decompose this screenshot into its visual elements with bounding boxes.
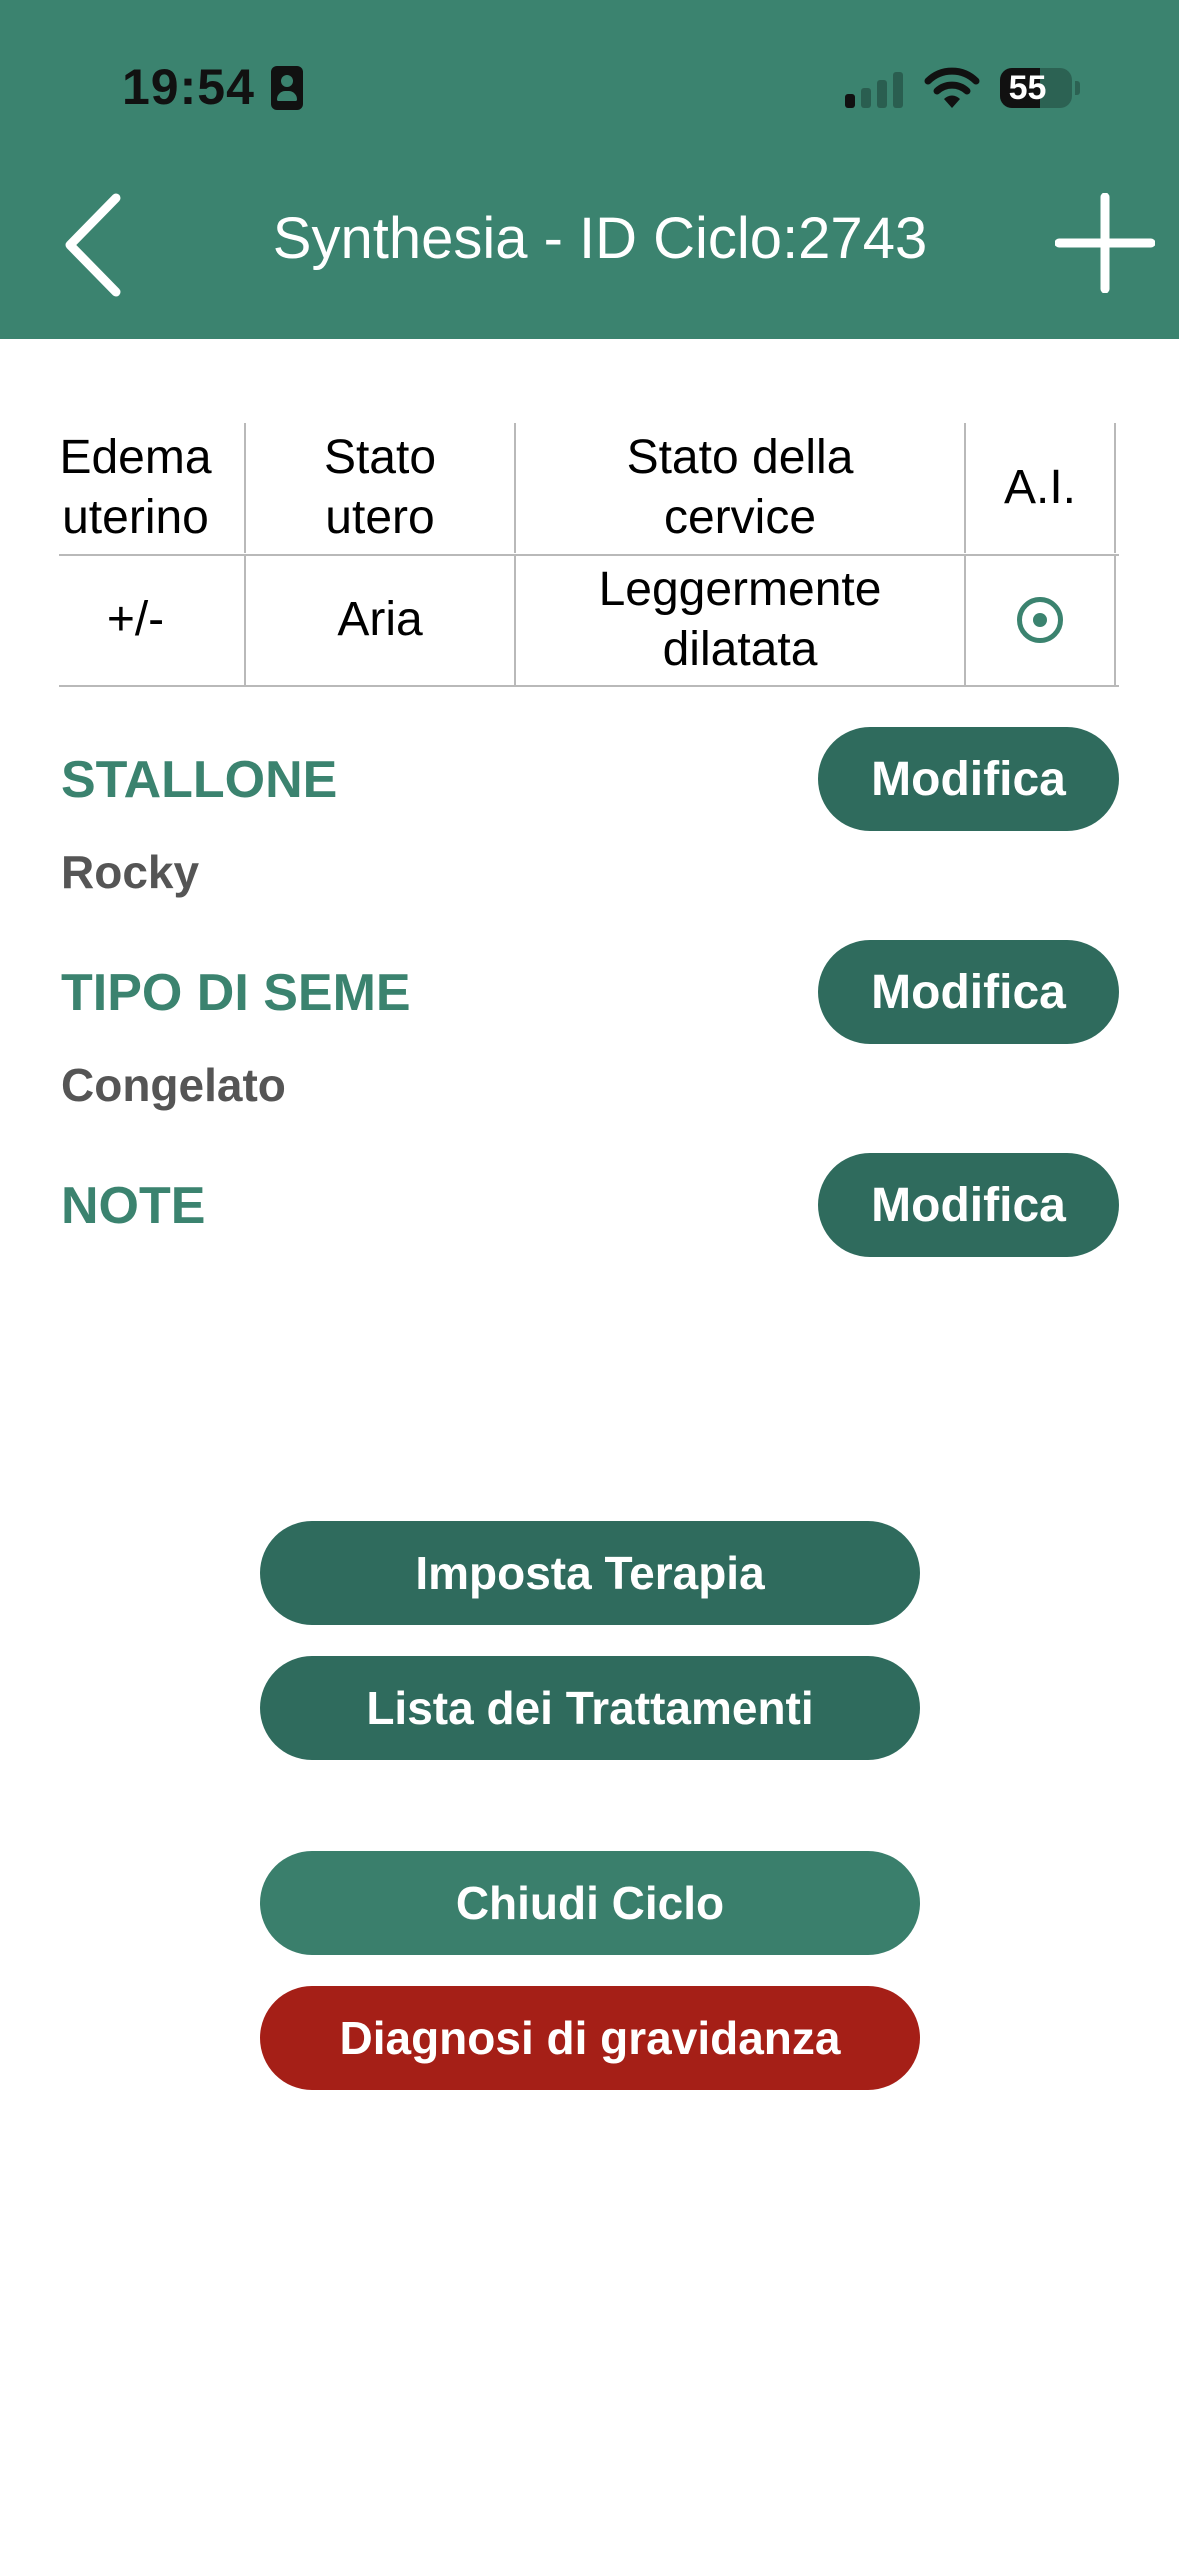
table-cell-stato-cervice: Leggermente dilatata [516,555,966,685]
section-value-stallone: Rocky [61,846,200,898]
table-cell-edema: +/- [59,555,246,685]
battery-tip [1075,81,1080,95]
table-header-edema: Edema uterino [59,423,246,553]
cellular-signal-icon [845,70,905,108]
page-title: Synthesia - ID Ciclo:2743 [272,206,928,271]
section-title-note: NOTE [61,1177,206,1235]
plus-icon[interactable] [1055,193,1155,293]
table-header-stato-cervice: Stato della cervice [516,423,966,553]
section-value-tipo-seme: Congelato [61,1059,286,1111]
table-header-stato-utero: Stato utero [246,423,516,553]
table-header-ai: A.I. [966,423,1116,553]
wifi-icon [924,67,980,108]
edit-tipo-seme-button[interactable]: Modifica [818,940,1119,1044]
imposta-terapia-button[interactable]: Imposta Terapia [260,1521,920,1625]
table-bottom-border [59,685,1119,687]
status-time: 19:54 [122,59,255,115]
battery-level: 55 [1008,69,1047,107]
table-cell-stato-utero: Aria [246,555,516,685]
section-title-tipo-seme: TIPO DI SEME [61,964,411,1022]
navigation-header: 19:54 55 Synthesia - ID Ciclo:2743 [0,0,1179,339]
lista-trattamenti-button[interactable]: Lista dei Trattamenti [260,1656,920,1760]
chevron-left-icon[interactable] [50,190,130,300]
edit-note-button[interactable]: Modifica [818,1153,1119,1257]
table-cell-ai[interactable] [966,555,1116,685]
battery-icon: 55 [1000,68,1072,108]
id-badge-icon [271,66,303,110]
section-title-stallone: STALLONE [61,751,338,809]
table-row-divider [59,554,1119,556]
radio-selected-icon[interactable] [1017,597,1063,643]
edit-stallone-button[interactable]: Modifica [818,727,1119,831]
chiudi-ciclo-button[interactable]: Chiudi Ciclo [260,1851,920,1955]
diagnosi-gravidanza-button[interactable]: Diagnosi di gravidanza [260,1986,920,2090]
